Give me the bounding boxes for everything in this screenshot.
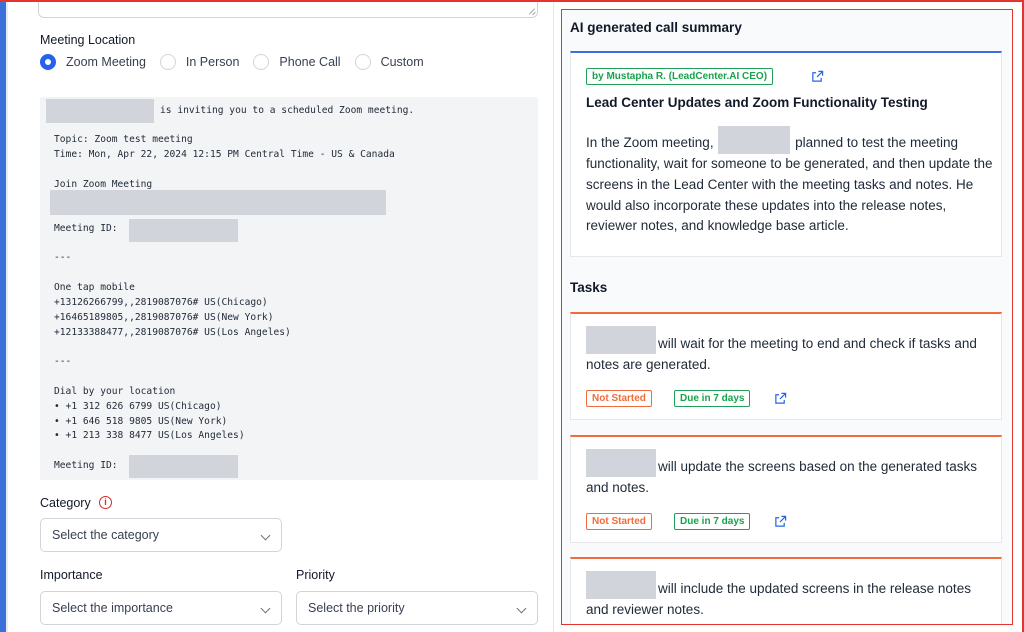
radio-custom[interactable]: Custom — [354, 54, 424, 70]
zoom-invite-text-block: is inviting you to a scheduled Zoom meet… — [40, 97, 538, 480]
redacted-name — [718, 126, 791, 154]
invite-separator: --- — [54, 356, 72, 367]
radio-unchecked-icon — [159, 54, 176, 70]
priority-select[interactable]: Select the priority — [296, 591, 538, 625]
radio-label: In Person — [185, 55, 240, 69]
invite-one-tap: One tap mobile — [54, 282, 135, 293]
radio-phone-call[interactable]: Phone Call — [253, 54, 341, 70]
external-link-icon[interactable] — [774, 515, 787, 528]
summary-card: by Mustapha R. (LeadCenter.AI CEO) Lead … — [570, 51, 1002, 257]
importance-placeholder: Select the importance — [52, 601, 173, 615]
importance-label: Importance — [40, 568, 103, 582]
ai-summary-panel: AI generated call summary by Mustapha R.… — [561, 9, 1013, 625]
invite-topic: Topic: Zoom test meeting — [54, 134, 193, 145]
task-text: will update the screens based on the gen… — [586, 449, 994, 499]
summary-text: In the Zoom meeting, planned to test the… — [586, 126, 994, 237]
redacted-meeting-id — [129, 219, 238, 242]
external-link-icon[interactable] — [774, 392, 787, 405]
chevron-down-icon — [260, 603, 271, 614]
redacted-name — [586, 326, 656, 354]
priority-label: Priority — [296, 568, 335, 582]
chevron-down-icon — [260, 530, 271, 541]
invite-dial: Dial by your location — [54, 386, 176, 397]
meeting-form-panel: Meeting Location Zoom Meeting In Person … — [22, 0, 554, 632]
tasks-title: Tasks — [570, 280, 608, 295]
category-placeholder: Select the category — [52, 528, 160, 542]
status-badge: Not Started — [586, 390, 652, 407]
invite-tap-line: +12133388477,,2819087076# US(Los Angeles… — [54, 327, 291, 338]
category-select[interactable]: Select the category — [40, 518, 282, 552]
task-card: will include the updated screens in the … — [570, 557, 1002, 624]
window-frame-top — [0, 0, 1024, 2]
invite-time: Time: Mon, Apr 22, 2024 12:15 PM Central… — [54, 149, 395, 160]
summary-text-before: In the Zoom meeting, — [586, 135, 714, 150]
invite-meeting-id: Meeting ID: — [54, 223, 118, 234]
invite-meeting-id: Meeting ID: — [54, 460, 118, 471]
task-card: will update the screens based on the gen… — [570, 435, 1002, 543]
summary-card-title: Lead Center Updates and Zoom Functionali… — [586, 95, 928, 110]
radio-label: Zoom Meeting — [66, 55, 146, 69]
due-badge: Due in 7 days — [674, 390, 751, 407]
invite-dial-line: • +1 312 626 6799 US(Chicago) — [54, 401, 222, 412]
chevron-down-icon — [516, 603, 527, 614]
redacted-meeting-id — [129, 455, 238, 478]
task-card: will wait for the meeting to end and che… — [570, 312, 1002, 420]
invite-tap-line: +13126266799,,2819087076# US(Chicago) — [54, 297, 268, 308]
invite-dial-line: • +1 213 338 8477 US(Los Angeles) — [54, 430, 245, 441]
priority-placeholder: Select the priority — [308, 601, 405, 615]
radio-label: Phone Call — [279, 55, 341, 69]
task-text: will include the updated screens in the … — [586, 571, 994, 621]
invite-line: is inviting you to a scheduled Zoom meet… — [160, 105, 415, 116]
invite-tap-line: +16465189805,,2819087076# US(New York) — [54, 312, 274, 323]
redacted-join-link — [50, 190, 386, 215]
radio-checked-icon — [40, 54, 56, 70]
task-text: will wait for the meeting to end and che… — [586, 326, 994, 376]
radio-unchecked-icon — [354, 54, 371, 70]
summary-panel-title: AI generated call summary — [570, 20, 742, 35]
resize-grip-icon[interactable] — [527, 7, 535, 15]
meeting-location-label: Meeting Location — [40, 33, 136, 47]
invite-join: Join Zoom Meeting — [54, 179, 153, 190]
redacted-name — [586, 449, 656, 477]
notes-textarea[interactable] — [38, 0, 538, 18]
author-badge: by Mustapha R. (LeadCenter.AI CEO) — [586, 68, 774, 85]
info-icon[interactable]: i — [99, 496, 112, 509]
app-left-accent-shadow — [6, 0, 8, 632]
invite-separator: --- — [54, 252, 72, 263]
external-link-icon[interactable] — [811, 70, 824, 83]
radio-zoom-meeting[interactable]: Zoom Meeting — [40, 54, 146, 70]
redacted-name — [46, 99, 154, 123]
radio-label: Custom — [380, 55, 424, 69]
meeting-location-radio-group: Zoom Meeting In Person Phone Call Custom — [40, 54, 438, 70]
category-label: Category — [40, 496, 91, 510]
status-badge: Not Started — [586, 513, 652, 530]
radio-in-person[interactable]: In Person — [159, 54, 240, 70]
radio-unchecked-icon — [253, 54, 270, 70]
invite-dial-line: • +1 646 518 9805 US(New York) — [54, 416, 228, 427]
redacted-name — [586, 571, 656, 599]
importance-select[interactable]: Select the importance — [40, 591, 282, 625]
due-badge: Due in 7 days — [674, 513, 751, 530]
